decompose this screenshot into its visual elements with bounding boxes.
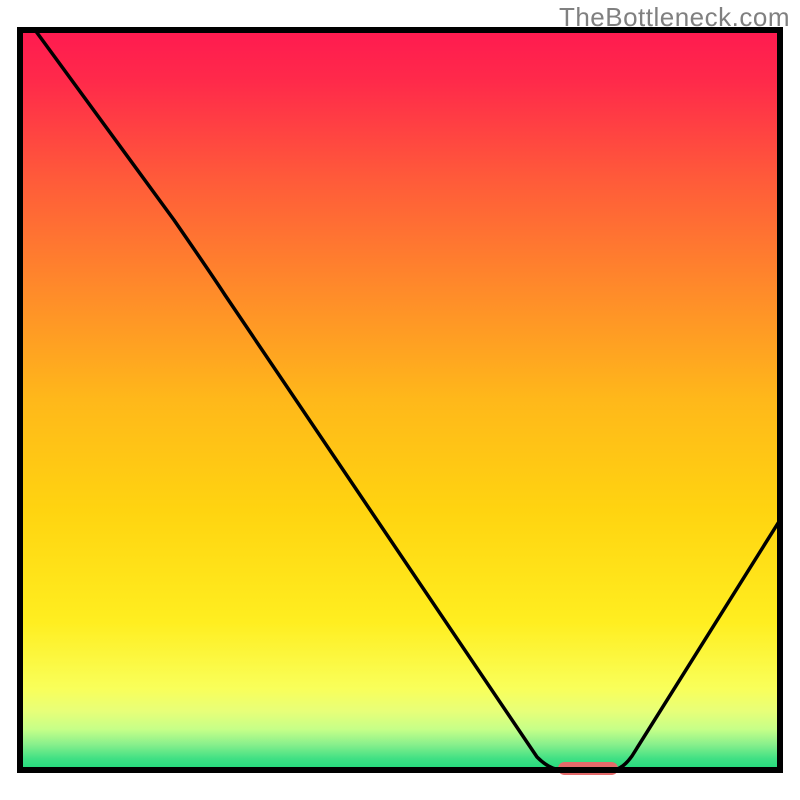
gradient-bg [20,30,780,770]
plot-area [20,30,780,775]
watermark-text: TheBottleneck.com [559,2,790,33]
chart-container: { "watermark": "TheBottleneck.com", "cha… [0,0,800,800]
bottleneck-chart [0,0,800,800]
